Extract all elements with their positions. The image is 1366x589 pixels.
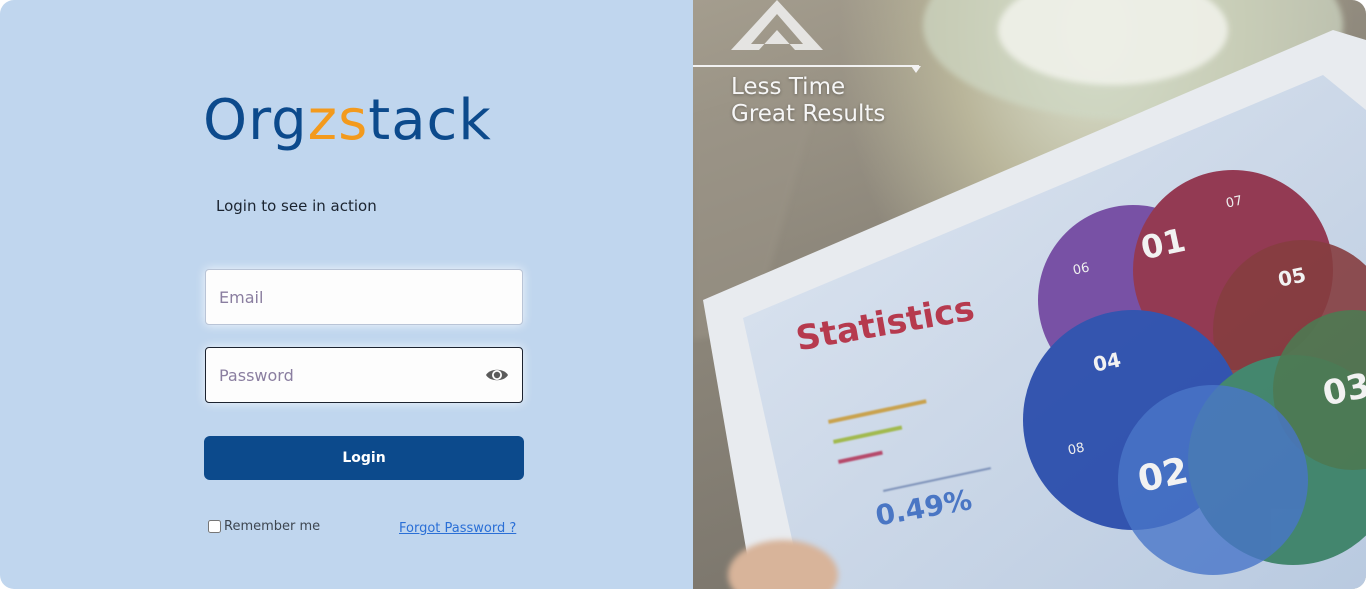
- circle-label-03: 03: [1319, 365, 1366, 415]
- hero-slogan: Less Time Great Results: [731, 74, 885, 128]
- forgot-password-link[interactable]: Forgot Password ?: [399, 521, 516, 536]
- login-panel: Orgzstack Login to see in action Login R…: [0, 0, 693, 589]
- remember-me: Remember me: [207, 519, 320, 534]
- logo-text-part1: Org: [203, 88, 308, 153]
- divider-arrow-icon: [911, 66, 921, 73]
- eye-icon[interactable]: [485, 365, 509, 385]
- hero-image-panel: Statistics 0.49% 01 02 03 04 05 06 07 08…: [693, 0, 1366, 589]
- remember-me-label: Remember me: [224, 519, 321, 534]
- slogan-line-2: Great Results: [731, 101, 886, 127]
- email-field[interactable]: [206, 270, 522, 324]
- password-field-wrapper: [205, 347, 523, 403]
- login-tagline: Login to see in action: [216, 197, 377, 215]
- password-field[interactable]: [206, 348, 522, 402]
- logo-text-accent: zs: [307, 88, 369, 153]
- remember-me-checkbox[interactable]: [208, 520, 221, 533]
- orgzstack-logo: Orgzstack: [203, 88, 492, 154]
- logo-text-part2: tack: [368, 88, 492, 153]
- slogan-divider: [693, 65, 919, 67]
- login-button[interactable]: Login: [204, 436, 524, 480]
- slogan-line-1: Less Time: [731, 74, 846, 100]
- login-page: Orgzstack Login to see in action Login R…: [0, 0, 1366, 589]
- brand-mark-icon: [731, 0, 823, 50]
- email-field-wrapper: [205, 269, 523, 325]
